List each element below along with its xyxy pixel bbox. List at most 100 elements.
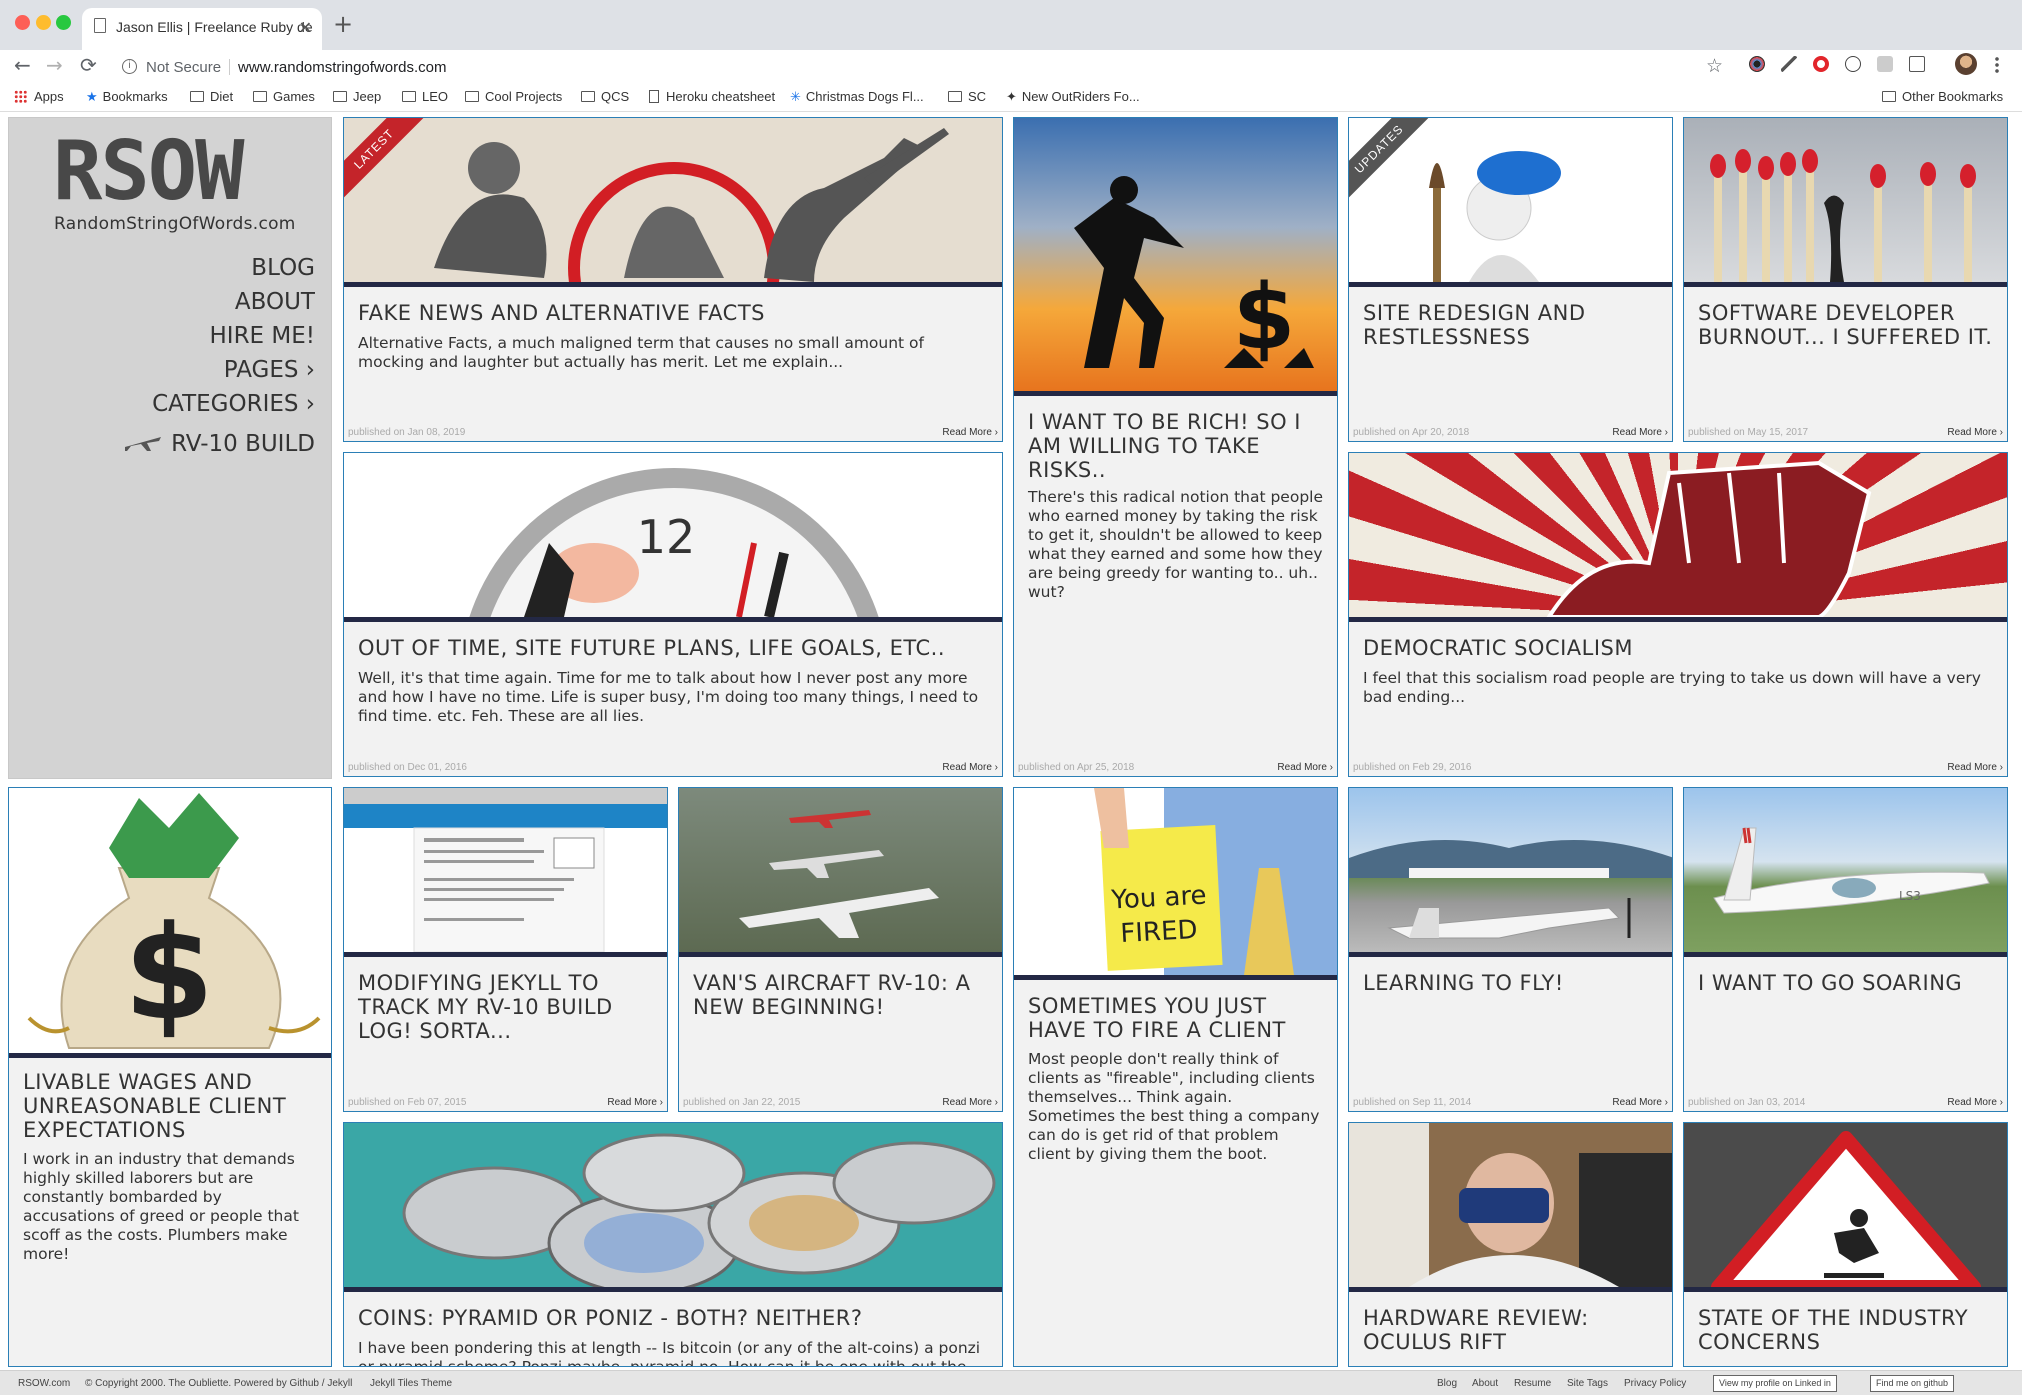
post-title[interactable]: Out of time, site future plans, life goa… (358, 636, 988, 660)
post-card[interactable]: Modifying Jekyll to track my RV-10 build… (343, 787, 668, 1112)
read-more-link[interactable]: Read More › (1612, 1097, 1668, 1108)
post-card[interactable]: $ I want to be rich! So I am willing to … (1013, 117, 1338, 777)
page-icon (649, 90, 659, 103)
post-title[interactable]: Coins: Pyramid or Poniz - Both? Neither? (358, 1306, 988, 1330)
extension-info-icon[interactable] (1845, 56, 1861, 72)
post-card[interactable]: Democratic Socialism I feel that this so… (1348, 452, 2008, 777)
opera-icon[interactable] (1813, 56, 1829, 72)
address-bar[interactable]: i Not Secure www.randomstringofwords.com (112, 52, 1734, 82)
post-title[interactable]: Modifying Jekyll to track my RV-10 build… (358, 971, 653, 1043)
post-title[interactable]: State of the Industry Concerns (1698, 1306, 1993, 1354)
chat-icon[interactable] (1877, 56, 1893, 72)
footer-link-blog[interactable]: Blog (1437, 1378, 1457, 1389)
browser-titlebar: Jason Ellis | Freelance Ruby de ✕ + (0, 0, 2022, 50)
bookmark-apps[interactable]: Apps (14, 89, 64, 104)
footer-site-link[interactable]: RSOW.com (18, 1378, 70, 1389)
megaphone-icon[interactable] (1909, 56, 1925, 72)
read-more-link[interactable]: Read More › (1277, 762, 1333, 773)
post-title[interactable]: I want to go Soaring (1698, 971, 1993, 995)
profile-avatar[interactable] (1955, 53, 1977, 75)
nav-about[interactable]: About (235, 289, 315, 315)
post-card[interactable]: $ Livable Wages and Unreasonable Client … (8, 787, 332, 1367)
bookmark-qcs[interactable]: QCS (581, 89, 629, 104)
nav-blog[interactable]: Blog (251, 255, 315, 281)
post-title[interactable]: Software Developer Burnout... I suffered… (1698, 301, 1993, 349)
post-title[interactable]: Livable Wages and Unreasonable Client Ex… (23, 1070, 317, 1142)
post-card[interactable]: Van's Aircraft RV-10: A New Beginning! p… (678, 787, 1003, 1112)
post-card[interactable]: 12 Out of time, site future plans, life … (343, 452, 1003, 777)
post-image: 12 (344, 453, 1002, 622)
read-more-link[interactable]: Read More › (1612, 427, 1668, 438)
svg-text:LS3: LS3 (1899, 889, 1921, 903)
eyedropper-icon[interactable] (1781, 56, 1797, 72)
page-icon (94, 18, 106, 33)
linkedin-badge[interactable]: View my profile on Linked in (1713, 1375, 1837, 1392)
nav-categories[interactable]: Categories › (152, 391, 315, 417)
minimize-window-button[interactable] (36, 15, 51, 30)
forward-button[interactable]: → (46, 53, 63, 77)
menu-icon[interactable] (1995, 56, 1999, 74)
read-more-link[interactable]: Read More › (1947, 762, 2003, 773)
post-title[interactable]: I want to be rich! So I am willing to ta… (1028, 410, 1323, 482)
bookmark-bookmarks[interactable]: ★ Bookmarks (86, 89, 168, 105)
nav-pages[interactable]: Pages › (224, 357, 315, 383)
bookmark-star-icon[interactable]: ☆ (1706, 55, 1723, 77)
read-more-link[interactable]: Read More › (1947, 427, 2003, 438)
post-card[interactable]: You are FIRED Sometimes you just have to… (1013, 787, 1338, 1367)
snowflake-icon: ✳ (790, 89, 801, 104)
bookmark-jeep[interactable]: Jeep (333, 89, 381, 104)
post-date: published on Apr 20, 2018 (1353, 427, 1470, 438)
post-card[interactable]: Learning to Fly! published on Sep 11, 20… (1348, 787, 1673, 1112)
svg-text:FIRED: FIRED (1120, 915, 1199, 949)
post-card[interactable]: Software Developer Burnout... I suffered… (1683, 117, 2008, 442)
bookmark-christmas-dogs[interactable]: ✳ Christmas Dogs Fl... (790, 89, 924, 105)
post-title[interactable]: Learning to Fly! (1363, 971, 1658, 995)
post-title[interactable]: Fake News and Alternative Facts (358, 301, 988, 325)
footer-link-resume[interactable]: Resume (1514, 1378, 1551, 1389)
post-card[interactable]: State of the Industry Concerns (1683, 1122, 2008, 1367)
bookmark-leo[interactable]: LEO (402, 89, 448, 104)
footer-link-about[interactable]: About (1472, 1378, 1498, 1389)
post-card[interactable]: Hardware Review: Oculus Rift (1348, 1122, 1673, 1367)
read-more-link[interactable]: Read More › (942, 1097, 998, 1108)
nav-hire-me[interactable]: Hire Me! (210, 323, 316, 349)
bookmark-games[interactable]: Games (253, 89, 315, 104)
post-title[interactable]: Hardware Review: Oculus Rift (1363, 1306, 1658, 1354)
footer-theme-link[interactable]: Jekyll Tiles Theme (370, 1378, 452, 1389)
nav-rv10-build[interactable]: RV-10 Build (123, 431, 315, 457)
post-card[interactable]: UPDATES Site Redesign and Restlessness p… (1348, 117, 1673, 442)
read-more-link[interactable]: Read More › (942, 762, 998, 773)
github-badge[interactable]: Find me on github (1870, 1375, 1955, 1392)
bookmark-outriders[interactable]: ✦ New OutRiders Fo... (1006, 89, 1140, 105)
post-image (1684, 1123, 2007, 1292)
bookmark-diet[interactable]: Diet (190, 89, 233, 104)
post-excerpt: I feel that this socialism road people a… (1363, 669, 1981, 706)
site-logo[interactable]: RSOW (53, 124, 244, 219)
extension-icon[interactable] (1749, 56, 1765, 72)
footer-link-site-tags[interactable]: Site Tags (1567, 1378, 1608, 1389)
folder-icon (581, 91, 595, 102)
bookmark-cool-projects[interactable]: Cool Projects (465, 89, 562, 104)
post-title[interactable]: Site Redesign and Restlessness (1363, 301, 1658, 349)
read-more-link[interactable]: Read More › (1947, 1097, 2003, 1108)
close-tab-icon[interactable]: ✕ (299, 18, 312, 38)
read-more-link[interactable]: Read More › (607, 1097, 663, 1108)
post-title[interactable]: Sometimes you just have to fire a client (1028, 994, 1323, 1042)
close-window-button[interactable] (15, 15, 30, 30)
back-button[interactable]: ← (14, 53, 31, 77)
reload-button[interactable]: ⟳ (80, 53, 97, 77)
post-title[interactable]: Democratic Socialism (1363, 636, 1993, 660)
bookmark-other[interactable]: Other Bookmarks (1882, 89, 2003, 104)
footer-link-privacy[interactable]: Privacy Policy (1624, 1378, 1686, 1389)
maximize-window-button[interactable] (56, 15, 71, 30)
post-title[interactable]: Van's Aircraft RV-10: A New Beginning! (693, 971, 988, 1019)
folder-icon (333, 91, 347, 102)
new-tab-button[interactable]: + (333, 10, 353, 38)
read-more-link[interactable]: Read More › (942, 427, 998, 438)
post-card[interactable]: LS3 I want to go Soaring published on Ja… (1683, 787, 2008, 1112)
post-card[interactable]: Coins: Pyramid or Poniz - Both? Neither?… (343, 1122, 1003, 1367)
bookmark-heroku[interactable]: Heroku cheatsheet (649, 89, 775, 104)
bookmark-sc[interactable]: SC (948, 89, 986, 104)
post-card[interactable]: LATEST Fake News and Alternative Facts A… (343, 117, 1003, 442)
browser-tab[interactable]: Jason Ellis | Freelance Ruby de ✕ (82, 8, 322, 50)
